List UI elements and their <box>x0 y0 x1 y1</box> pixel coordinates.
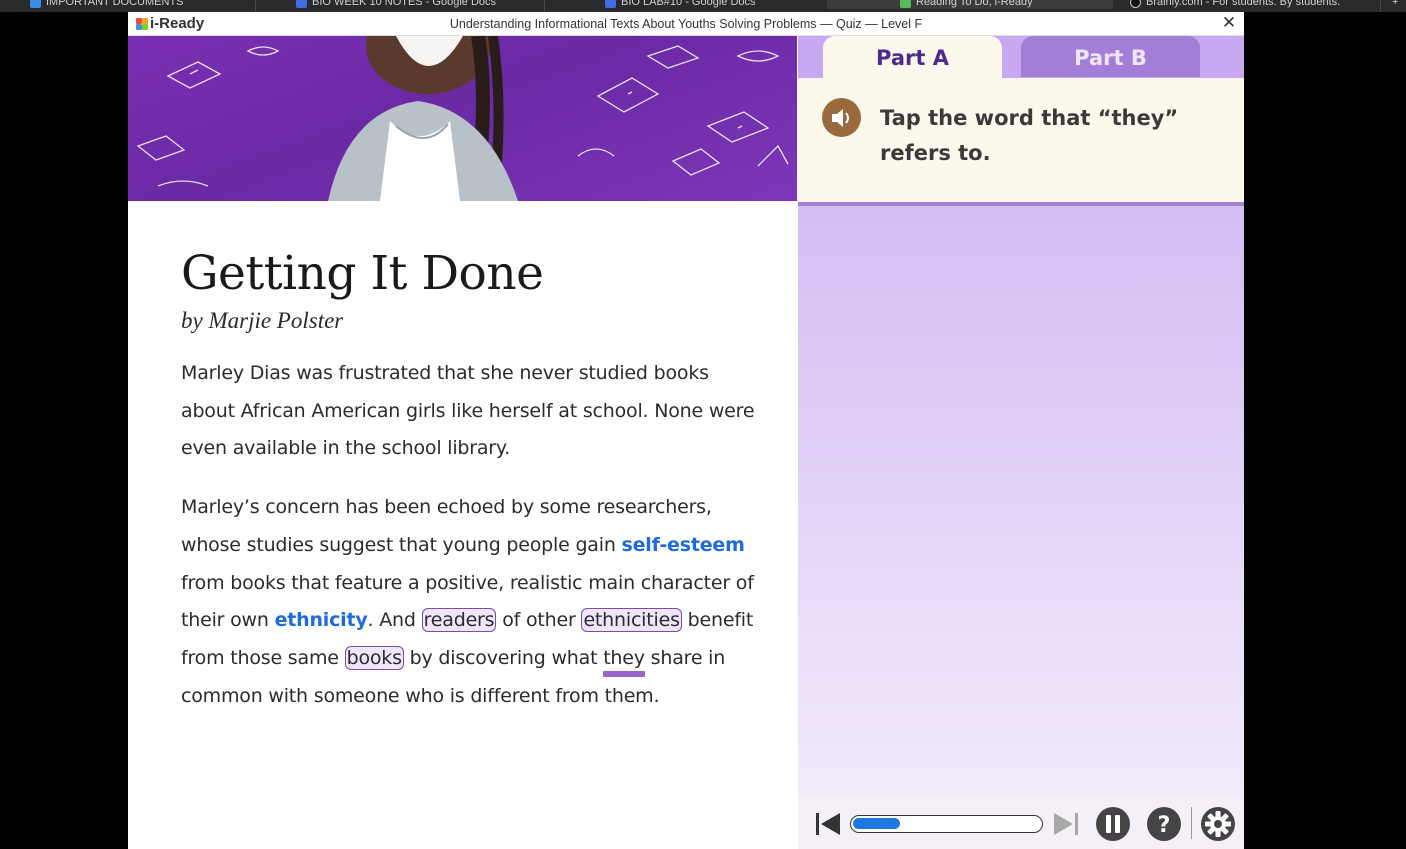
skip-forward-icon[interactable] <box>1052 810 1080 843</box>
target-word-they: they <box>603 647 645 677</box>
vocab-word-ethnicity[interactable]: ethnicity <box>275 609 368 631</box>
part-tabs: Part A Part B <box>798 36 1244 78</box>
question-prompt: Tap the word that “they” refers to. <box>798 78 1244 206</box>
hero-image <box>128 36 797 201</box>
skip-back-icon[interactable] <box>814 810 842 843</box>
iready-icon <box>900 0 911 8</box>
tab-divider <box>1380 0 1381 12</box>
pause-icon[interactable] <box>1095 806 1131 847</box>
tab-divider <box>544 0 545 12</box>
window-title: Understanding Informational Texts About … <box>449 17 923 31</box>
byline: by Marjie Polster <box>181 308 344 333</box>
close-button[interactable]: ✕ <box>1220 14 1238 32</box>
paragraph-1: Marley Dias was frustrated that she neve… <box>181 362 755 460</box>
iready-app-window: i-Ready Understanding Informational Text… <box>128 12 1244 849</box>
question-panel: Part A Part B Tap the word that “they” r… <box>798 36 1244 849</box>
new-tab-button[interactable]: + <box>1392 0 1398 9</box>
vocab-word-self-esteem[interactable]: self-esteem <box>622 534 745 556</box>
docs-icon <box>605 0 616 8</box>
docs-icon <box>296 0 307 8</box>
passage-panel: Getting It Done by Marjie Polster Marley… <box>128 36 797 849</box>
answer-choice-ethnicities[interactable]: ethnicities <box>581 608 682 633</box>
help-icon[interactable]: ? <box>1146 806 1182 847</box>
answer-choice-readers[interactable]: readers <box>421 608 497 633</box>
brainly-icon <box>1130 0 1141 8</box>
target-underline <box>603 670 645 677</box>
paragraph-2: Marley’s concern has been echoed by some… <box>181 496 754 707</box>
playback-controls: ? <box>798 797 1244 849</box>
settings-icon[interactable] <box>1200 806 1236 847</box>
article: Getting It Done by Marjie Polster Marley… <box>181 246 761 715</box>
drive-icon <box>30 0 41 8</box>
browser-tab[interactable]: Brainly.com - For students. By students. <box>1130 0 1340 9</box>
passage-title: Getting It Done <box>181 246 544 301</box>
progress-fill <box>853 818 900 829</box>
svg-text:?: ? <box>1158 813 1171 838</box>
browser-tab[interactable]: BIO WEEK 10 NOTES - Google Docs <box>296 0 496 9</box>
prompt-text: Tap the word that “they” refers to. <box>880 106 1179 165</box>
tab-part-a[interactable]: Part A <box>823 36 1002 78</box>
browser-tab-active[interactable]: Reading To Do, i-Ready <box>827 0 1113 9</box>
browser-tab[interactable]: IMPORTANT DOCUMENTS <box>30 0 184 9</box>
tab-divider <box>255 0 256 12</box>
progress-bar <box>850 815 1043 833</box>
title-bar: i-Ready Understanding Informational Text… <box>128 12 1244 36</box>
browser-tab[interactable]: BIO LAB#10 - Google Docs <box>605 0 756 9</box>
browser-tab-strip: IMPORTANT DOCUMENTS BIO WEEK 10 NOTES - … <box>0 0 1406 12</box>
speaker-icon[interactable] <box>822 98 861 137</box>
controls-divider <box>1191 807 1192 839</box>
answer-choice-books[interactable]: books <box>344 645 404 670</box>
tab-part-b[interactable]: Part B <box>1021 36 1200 77</box>
